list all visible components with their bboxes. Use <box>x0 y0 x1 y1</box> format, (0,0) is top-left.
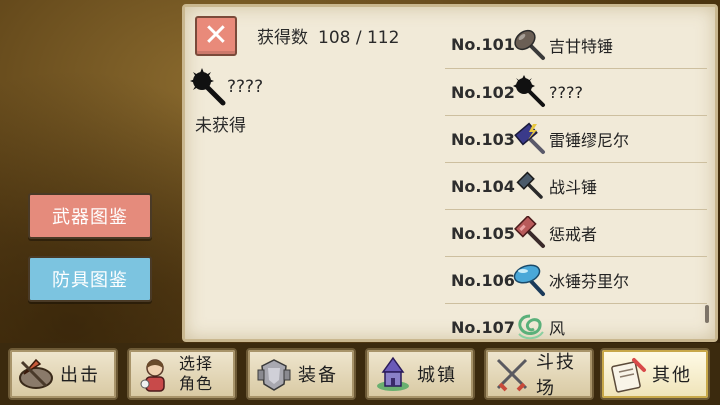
tab-label: 其他 <box>652 365 692 386</box>
punisher-hammer-icon <box>514 216 545 248</box>
item-name: 雷锤缪尼尔 <box>549 131 630 150</box>
list-item[interactable]: No.101 吉甘特锤 <box>445 21 707 69</box>
item-name: ???? <box>549 82 583 102</box>
selected-item-status: 未获得 <box>195 116 246 136</box>
item-name: 惩戒者 <box>549 225 598 244</box>
close-icon: ✕ <box>203 18 229 53</box>
count-value: 108 / 112 <box>318 28 400 48</box>
tab-sortie[interactable]: 出击 <box>8 348 118 400</box>
character-icon <box>140 359 165 392</box>
collection-count: 获得数 108 / 112 <box>257 23 399 48</box>
list-item[interactable]: No.106 冰锤芬里尔 <box>445 257 707 304</box>
list-item[interactable]: No.103 雷锤缪尼尔 <box>445 116 707 163</box>
list-scrollbar[interactable] <box>705 305 709 323</box>
tab-equipment[interactable]: 装备 <box>246 348 356 400</box>
item-number: No.104 <box>451 176 515 196</box>
unknown-mace-icon <box>513 75 545 107</box>
weapon-encyclopedia-button[interactable]: 武器图鉴 <box>28 193 152 239</box>
item-number: No.101 <box>451 35 515 54</box>
wind-icon <box>518 314 544 340</box>
tab-label: 斗技场 <box>536 352 576 399</box>
tab-label-line1: 选择 <box>179 354 214 373</box>
tab-select-character[interactable]: 选择 角色 <box>127 348 237 400</box>
tab-label: 选择 角色 <box>179 354 213 394</box>
list-item[interactable]: No.107 风 <box>445 304 707 345</box>
item-name: 冰锤芬里尔 <box>549 272 630 291</box>
list-item[interactable]: No.105 惩戒者 <box>445 210 707 257</box>
item-name: 吉甘特锤 <box>549 36 614 56</box>
count-label: 获得数 <box>257 28 308 48</box>
other-icon <box>611 358 646 393</box>
tab-label-line2: 角色 <box>179 374 214 393</box>
item-list[interactable]: No.101 吉甘特锤 No.102 ???? No.103 雷锤缪尼尔 No.… <box>445 21 707 345</box>
hammer-round-icon <box>514 29 545 60</box>
item-number: No.103 <box>451 129 515 149</box>
item-number: No.105 <box>451 223 515 243</box>
selected-item-name: ???? <box>227 77 264 97</box>
unknown-mace-icon <box>190 68 226 106</box>
list-item[interactable]: No.104 战斗锤 <box>445 163 707 210</box>
item-name: 风 <box>549 319 566 338</box>
item-number: No.106 <box>451 270 515 290</box>
item-number: No.102 <box>451 82 515 102</box>
item-number: No.107 <box>451 317 515 337</box>
tab-town[interactable]: 城镇 <box>365 348 475 400</box>
tab-label: 出击 <box>60 365 100 386</box>
list-item[interactable]: No.102 ???? <box>445 69 707 116</box>
town-icon <box>377 356 409 391</box>
tab-other[interactable]: 其他 <box>600 348 710 400</box>
encyclopedia-panel: ✕ 获得数 108 / 112 ???? 未获得 No.101 吉甘特锤 No.… <box>182 4 718 342</box>
tab-arena[interactable]: 斗技场 <box>484 348 594 400</box>
arena-icon <box>496 358 528 392</box>
equipment-icon <box>257 359 291 391</box>
thunder-hammer-icon <box>514 122 545 154</box>
battle-hammer-icon <box>516 171 543 199</box>
item-name: 战斗锤 <box>549 178 598 197</box>
sortie-icon <box>19 358 53 389</box>
tab-label: 装备 <box>298 365 338 386</box>
tab-label: 城镇 <box>417 365 457 386</box>
ice-hammer-icon <box>513 264 545 296</box>
close-button[interactable]: ✕ <box>195 16 237 56</box>
armor-encyclopedia-button[interactable]: 防具图鉴 <box>28 256 152 302</box>
